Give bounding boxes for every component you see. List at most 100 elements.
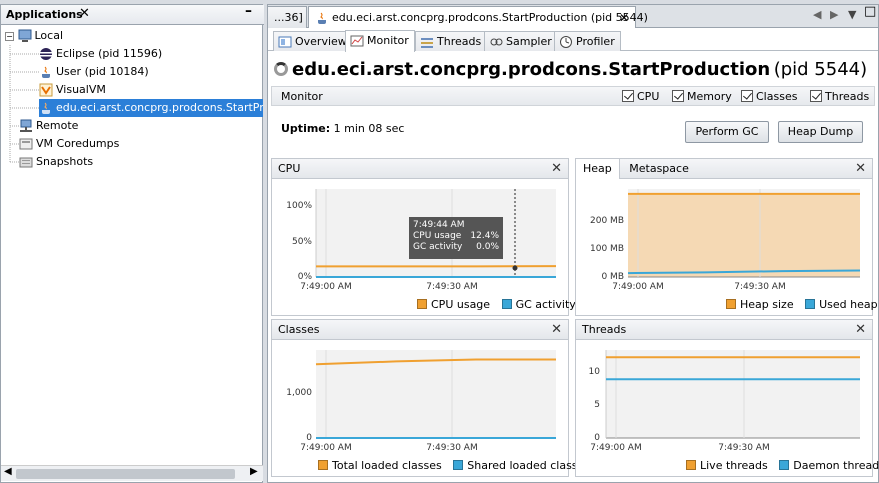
heap-panel: Heap Metaspace ✕ 200 MB 100 MB 0 MB 7:49…	[575, 158, 878, 316]
uptime-label: Uptime:	[281, 122, 331, 135]
perform-gc-button[interactable]: Perform GC	[685, 121, 769, 143]
horizontal-scrollbar[interactable]: ◀ ▶	[1, 465, 263, 481]
close-icon[interactable]: ✕	[551, 320, 562, 340]
tab-list-dropdown-icon[interactable]: ▼	[848, 8, 856, 21]
tab-monitor-label: Monitor	[367, 34, 409, 47]
cpu-legend: CPU usage GC activity	[417, 298, 576, 311]
tooltip-gc-label: GC activity	[413, 242, 463, 252]
cpu-tooltip: 7:49:44 AM CPU usage 12.4% GC activity 0.0…	[409, 217, 503, 259]
y-tick-label: 200 MB	[590, 216, 624, 226]
java-icon	[39, 101, 53, 115]
legend-swatch	[417, 299, 427, 309]
tree-node-user[interactable]: User (pid 10184)	[39, 63, 149, 81]
page-title-pid: (pid 5544)	[773, 59, 868, 80]
classes-panel: Classes ✕ 1,000 0 7:49:00 AM 7:49:30 AM T…	[271, 319, 590, 477]
checkbox-checked-icon	[622, 90, 634, 102]
tab-threads[interactable]: Threads	[415, 31, 488, 51]
x-tick-label: 7:49:00 AM	[612, 282, 663, 292]
legend-swatch	[318, 460, 328, 470]
maximize-icon[interactable]: □	[864, 4, 876, 19]
cpu-checkbox[interactable]: CPU	[622, 90, 659, 103]
close-icon[interactable]: ✕	[79, 6, 90, 21]
java-icon	[315, 11, 329, 25]
tree-node-eclipse[interactable]: Eclipse (pid 11596)	[39, 45, 162, 63]
heap-legend: Heap size Used heap	[726, 298, 878, 311]
legend-label: CPU usage	[431, 298, 491, 311]
doc-tab-active[interactable]: edu.eci.arst.concprg.prodcons.StartProdu…	[308, 6, 648, 29]
tab-profiler[interactable]: Profiler	[554, 31, 621, 51]
close-icon[interactable]: ✕	[855, 159, 866, 179]
minimize-icon[interactable]: –	[245, 3, 252, 19]
applications-panel: Applications ✕ – − Local Eclipse (pid 11…	[0, 3, 264, 483]
x-tick-label: 7:49:30 AM	[734, 282, 785, 292]
tree-label-startproduction: edu.eci.arst.concprg.prodcons.StartProdu…	[56, 101, 263, 114]
y-tick-label: 50%	[292, 237, 312, 247]
heap-dump-button[interactable]: Heap Dump	[778, 121, 863, 143]
tree-lines	[9, 45, 39, 163]
legend-swatch	[779, 460, 790, 470]
tooltip-cpu-label: CPU usage	[413, 231, 462, 241]
tab-monitor[interactable]: Monitor	[345, 30, 415, 52]
checkbox-checked-icon	[672, 90, 684, 102]
sampler-icon	[489, 35, 503, 49]
threads-panel-header: Threads ✕	[576, 320, 872, 340]
visualvm-icon	[39, 83, 53, 97]
legend-swatch	[686, 460, 696, 470]
tree-node-startproduction[interactable]: edu.eci.arst.concprg.prodcons.StartProdu…	[39, 99, 263, 117]
threads-panel-title: Threads	[582, 323, 627, 336]
tab-sampler[interactable]: Sampler	[484, 31, 558, 51]
profiler-icon	[559, 35, 573, 49]
legend-label: Shared loaded classes	[467, 459, 591, 472]
scroll-tabs-left-icon[interactable]: ◀	[813, 8, 821, 21]
threads-checkbox[interactable]: Threads	[810, 90, 869, 103]
classes-checkbox[interactable]: Classes	[741, 90, 797, 103]
tooltip-gc-value: 0.0%	[476, 242, 499, 252]
legend-swatch	[501, 299, 512, 309]
legend-swatch	[453, 460, 464, 470]
scrollbar-thumb[interactable]	[16, 469, 235, 479]
memory-checkbox[interactable]: Memory	[672, 90, 732, 103]
tab-heap[interactable]: Heap	[576, 159, 620, 179]
legend-label: Heap size	[740, 298, 794, 311]
threads-checkbox-label: Threads	[825, 90, 870, 103]
classes-legend: Total loaded classes Shared loaded class…	[318, 459, 590, 472]
classes-panel-header: Classes ✕	[272, 320, 568, 340]
y-tick-label: 0	[306, 433, 312, 443]
series-area-heap-size	[628, 193, 860, 277]
java-icon	[39, 65, 53, 79]
x-tick-label: 7:49:00 AM	[300, 443, 351, 453]
cpu-panel-title: CPU	[278, 162, 301, 175]
threads-icon	[420, 35, 434, 49]
legend-swatch	[726, 299, 736, 309]
y-tick-label: 0%	[298, 272, 313, 282]
threads-legend: Live threads Daemon threads	[686, 459, 879, 472]
uptime: Uptime: 1 min 08 sec	[281, 122, 404, 135]
scroll-right-icon[interactable]: ▶	[250, 466, 258, 477]
uptime-value: 1 min 08 sec	[333, 122, 405, 135]
tree-label-snapshots: Snapshots	[36, 155, 94, 168]
cpu-panel: CPU ✕ 100% 50% 0% 7:49:00 AM 7:49:30 AM 7…	[271, 158, 576, 316]
tab-overview[interactable]: Overview	[273, 31, 353, 51]
x-tick-label: 7:49:30 AM	[426, 443, 477, 453]
x-tick-label: 7:49:30 AM	[718, 443, 769, 453]
loading-spinner-icon	[274, 62, 288, 76]
document-tab-bar: ...36] edu.eci.arst.concprg.prodcons.Sta…	[267, 4, 878, 29]
scroll-tabs-right-icon[interactable]: ▶	[830, 8, 838, 21]
close-icon[interactable]: ✕	[551, 159, 562, 179]
tree-label-remote: Remote	[36, 119, 79, 132]
tree-label-coredumps: VM Coredumps	[36, 137, 120, 150]
monitor-icon	[350, 34, 364, 48]
legend-label: Total loaded classes	[332, 459, 442, 472]
classes-panel-title: Classes	[278, 323, 320, 336]
legend-label: Live threads	[700, 459, 768, 472]
classes-chart: 1,000 0 7:49:00 AM 7:49:30 AM	[286, 350, 556, 453]
close-icon[interactable]: ✕	[855, 320, 866, 340]
classes-checkbox-label: Classes	[756, 90, 798, 103]
scroll-left-icon[interactable]: ◀	[4, 466, 12, 477]
tree-node-visualvm[interactable]: VisualVM	[39, 81, 106, 99]
tab-metaspace[interactable]: Metaspace	[623, 162, 689, 175]
doc-tab-previous[interactable]: ...36]	[267, 6, 307, 28]
x-tick-label: 7:49:00 AM	[590, 443, 641, 453]
close-icon[interactable]: ✕	[619, 7, 629, 29]
threads-panel: Threads ✕ 10 5 0 7:49:00 AM 7:49:30 AM Li…	[575, 319, 879, 477]
